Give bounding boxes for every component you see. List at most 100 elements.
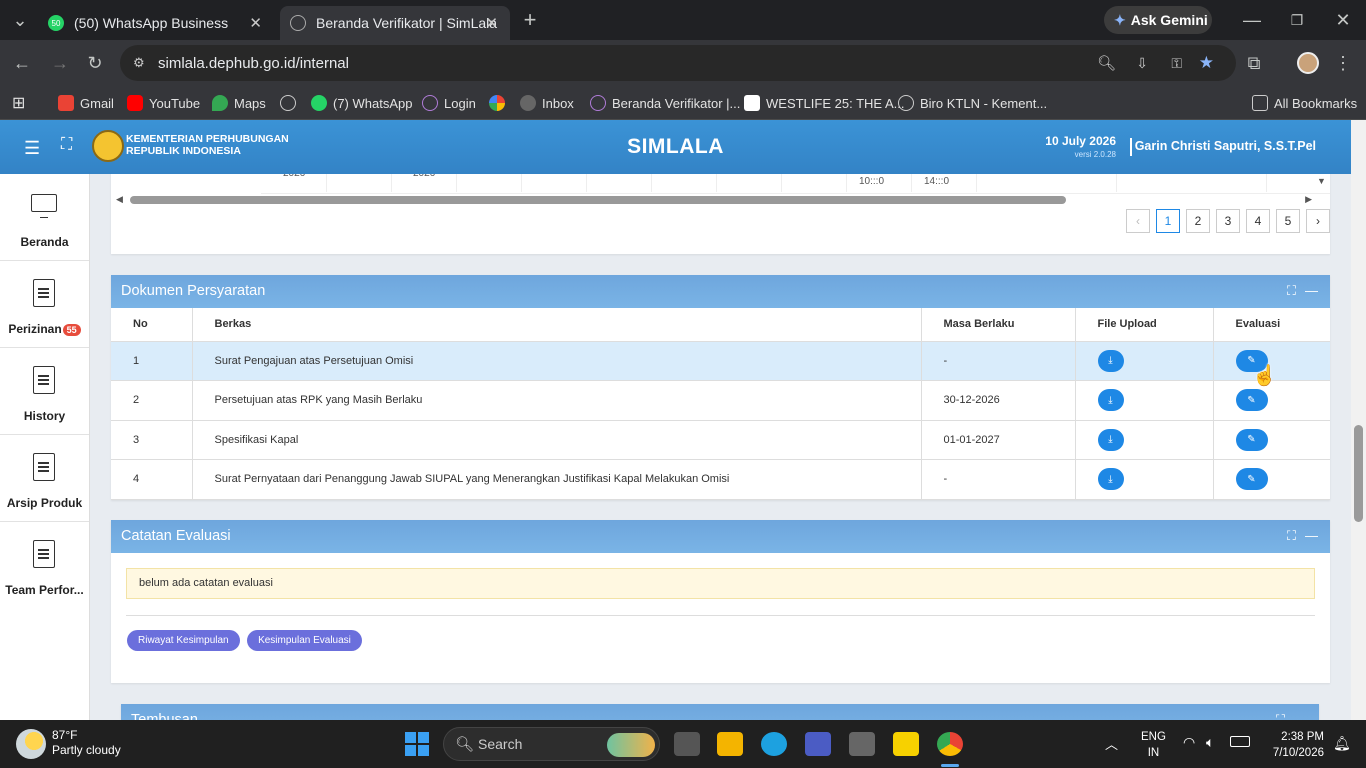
globe-icon [290, 15, 306, 31]
new-tab-icon[interactable]: + [518, 7, 542, 32]
date-text: 10 July 2026 [1045, 134, 1116, 148]
wifi-icon[interactable]: ◠ [1183, 734, 1195, 751]
collapse-icon[interactable]: — [1294, 712, 1307, 720]
sidebar-item-perizinan[interactable]: Perizinan 55 [0, 261, 89, 348]
expand-icon[interactable]: ⛶ [1287, 283, 1296, 299]
bookmark-login[interactable]: Login [422, 93, 476, 113]
weather-widget[interactable]: 87°F Partly cloudy [52, 728, 121, 757]
download-button[interactable]: ⤓ [1097, 389, 1124, 412]
scroll-down-arrow-icon[interactable]: ▼ [1317, 176, 1326, 186]
download-button[interactable]: ⤓ [1097, 428, 1124, 451]
tab-whatsapp[interactable]: 50 (50) WhatsApp Business ✕ [38, 6, 274, 40]
camera-icon[interactable] [849, 732, 875, 756]
sidebar-item-history[interactable]: History [0, 348, 89, 435]
install-app-icon[interactable]: ⇩ [1136, 55, 1148, 72]
bookmark-youtube[interactable]: YouTube [127, 93, 200, 113]
bookmark-westlife[interactable]: WESTLIFE 25: THE A... [744, 93, 904, 113]
scrollbar-thumb[interactable] [130, 196, 1066, 204]
bookmark-gmail[interactable]: Gmail [58, 93, 114, 113]
bookmark-inbox[interactable]: Inbox [520, 93, 574, 113]
edit-evaluasi-button[interactable]: ✎ [1235, 468, 1268, 491]
page-vertical-scrollbar[interactable] [1351, 120, 1366, 720]
reload-icon[interactable]: ↻ [83, 51, 107, 75]
chrome-icon[interactable] [937, 732, 963, 756]
download-button[interactable]: ⤓ [1097, 349, 1124, 372]
page-prev-button[interactable]: ‹ [1126, 209, 1150, 233]
battery-icon[interactable] [1230, 736, 1250, 747]
file-explorer-icon[interactable] [717, 732, 743, 756]
notification-icon[interactable]: 🔔︎ [1333, 735, 1351, 752]
zoom-icon[interactable]: 🔍︎ [1097, 54, 1116, 72]
all-bookmarks[interactable]: All Bookmarks [1252, 93, 1357, 113]
page-button-4[interactable]: 4 [1246, 209, 1270, 233]
bookmark-maps[interactable]: Maps [212, 93, 266, 113]
site-info-icon[interactable]: ⚙ [133, 55, 145, 71]
clock[interactable]: 2:38 PM 7/10/2026 [1262, 729, 1324, 761]
taskbar-search[interactable]: 🔍︎ Search [443, 727, 660, 761]
collapse-icon[interactable]: — [1305, 528, 1318, 543]
bookmark-label: YouTube [149, 95, 201, 111]
bookmark-beranda[interactable]: Beranda Verifikator |... [590, 93, 740, 113]
start-tile [405, 732, 416, 743]
tembusan-panel: Tembusan ⛶ — [121, 704, 1319, 720]
close-tab-icon[interactable]: ✕ [249, 14, 262, 32]
download-button[interactable]: ⤓ [1097, 468, 1124, 491]
horizontal-scrollbar[interactable]: ◀ ▶ [116, 194, 1312, 206]
tab-simlala[interactable]: Beranda Verifikator | SimLala ✕ [280, 6, 510, 40]
password-key-icon[interactable]: ⚿ [1171, 55, 1182, 72]
bookmark-photos[interactable] [489, 93, 511, 113]
bookmark-globe[interactable] [280, 93, 302, 113]
ask-gemini-button[interactable]: ✦ Ask Gemini [1104, 6, 1212, 34]
scroll-right-icon[interactable]: ▶ [1305, 194, 1312, 205]
close-tab-icon[interactable]: ✕ [485, 14, 498, 32]
page-button-5[interactable]: 5 [1276, 209, 1300, 233]
scrollbar-thumb[interactable] [1354, 425, 1363, 522]
cell-divider [326, 174, 327, 192]
apps-icon[interactable]: ⊞ [12, 93, 25, 113]
tab-search-icon[interactable]: ⌄ [8, 8, 32, 32]
page-button-3[interactable]: 3 [1216, 209, 1240, 233]
edit-evaluasi-button[interactable]: ✎ [1235, 389, 1268, 412]
address-bar[interactable]: ⚙ simlala.dephub.go.id/internal 🔍︎ ⇩ ⚿ ★ [120, 45, 1236, 81]
all-bookmarks-label: All Bookmarks [1274, 95, 1358, 111]
maximize-icon[interactable]: ❐ [1285, 8, 1309, 32]
cell-divider [781, 174, 782, 192]
windows-start-icon[interactable] [405, 732, 429, 756]
menu-dots-icon[interactable]: ⋮ [1331, 51, 1355, 75]
folder-icon [1252, 95, 1268, 111]
bookmark-biro[interactable]: Biro KTLN - Kement... [898, 93, 1047, 113]
expand-icon[interactable]: ⛶ [1276, 712, 1285, 720]
sticky-notes-icon[interactable] [893, 732, 919, 756]
catatan-actions: Riwayat Kesimpulan Kesimpulan Evaluasi [127, 630, 365, 651]
edge-icon[interactable] [761, 732, 787, 756]
extensions-icon[interactable]: ⧉ [1242, 51, 1266, 75]
expand-icon[interactable]: ⛶ [1287, 528, 1296, 544]
page-button-2[interactable]: 2 [1186, 209, 1210, 233]
whatsapp-icon [311, 95, 327, 111]
profile-avatar[interactable] [1297, 52, 1319, 74]
page-next-button[interactable]: › [1306, 209, 1330, 233]
task-view-icon[interactable] [674, 732, 700, 756]
forward-icon[interactable]: → [48, 51, 72, 75]
page-button-1[interactable]: 1 [1156, 209, 1180, 233]
chevron-up-icon[interactable]: ︿ [1105, 734, 1118, 753]
bookmark-star-icon[interactable]: ★ [1199, 53, 1214, 73]
cell-divider [846, 174, 847, 192]
language-indicator[interactable]: ENG IN [1141, 729, 1166, 761]
sidebar-item-arsip-produk[interactable]: Arsip Produk [0, 435, 89, 522]
weather-icon[interactable] [16, 729, 46, 759]
edit-evaluasi-button[interactable]: ✎ [1235, 428, 1268, 451]
back-icon[interactable]: ← [10, 51, 34, 75]
volume-icon[interactable]: 🔈︎ [1206, 734, 1214, 751]
sidebar-item-beranda[interactable]: Beranda [0, 174, 89, 261]
riwayat-kesimpulan-button[interactable]: Riwayat Kesimpulan [127, 630, 240, 651]
user-name[interactable]: Garin Christi Saputri, S.S.T.Pel [1135, 139, 1316, 153]
copilot-icon[interactable] [805, 732, 831, 756]
bookmark-whatsapp[interactable]: (7) WhatsApp [311, 93, 412, 113]
scroll-left-icon[interactable]: ◀ [116, 194, 123, 205]
close-window-icon[interactable]: ✕ [1331, 8, 1355, 32]
kesimpulan-evaluasi-button[interactable]: Kesimpulan Evaluasi [247, 630, 362, 651]
minimize-icon[interactable]: — [1240, 8, 1264, 32]
collapse-icon[interactable]: — [1305, 283, 1318, 298]
sidebar-item-team-performance[interactable]: Team Perfor... [0, 522, 89, 609]
